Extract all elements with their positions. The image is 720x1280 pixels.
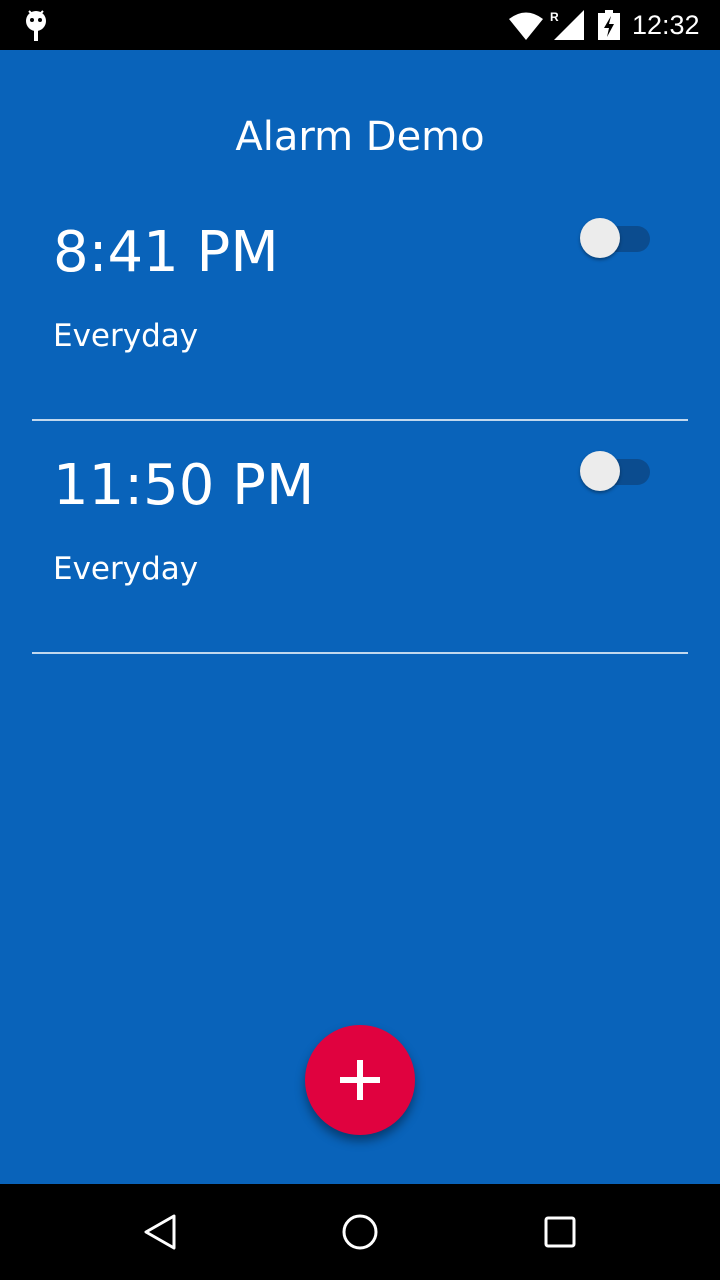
recents-icon[interactable] [540,1212,580,1252]
add-alarm-button[interactable] [305,1025,415,1135]
plus-icon [340,1060,380,1100]
alarm-toggle-switch[interactable] [580,451,652,491]
alarm-toggle-switch[interactable] [580,218,652,258]
svg-text:R: R [550,10,559,24]
wifi-icon [509,12,543,40]
alarm-item[interactable]: 11:50 PM Everyday [32,421,688,654]
alarm-item[interactable]: 8:41 PM Everyday [32,188,688,421]
page-title: Alarm Demo [235,114,485,160]
toggle-thumb [580,218,620,258]
alarm-repeat-label: Everyday [53,551,199,587]
alarm-time: 8:41 PM [53,220,279,285]
alarm-list: 8:41 PM Everyday 11:50 PM Everyday [32,188,688,654]
status-bar: R 12:32 [0,0,720,50]
alarm-time: 11:50 PM [53,453,315,518]
back-icon[interactable] [140,1212,180,1252]
android-debug-icon [26,10,46,41]
toggle-thumb [580,451,620,491]
navigation-bar [0,1184,720,1280]
home-icon[interactable] [340,1212,380,1252]
battery-charging-icon [598,10,620,40]
cell-signal-icon: R [550,10,584,40]
alarm-repeat-label: Everyday [53,318,199,354]
status-clock: 12:32 [632,10,700,40]
